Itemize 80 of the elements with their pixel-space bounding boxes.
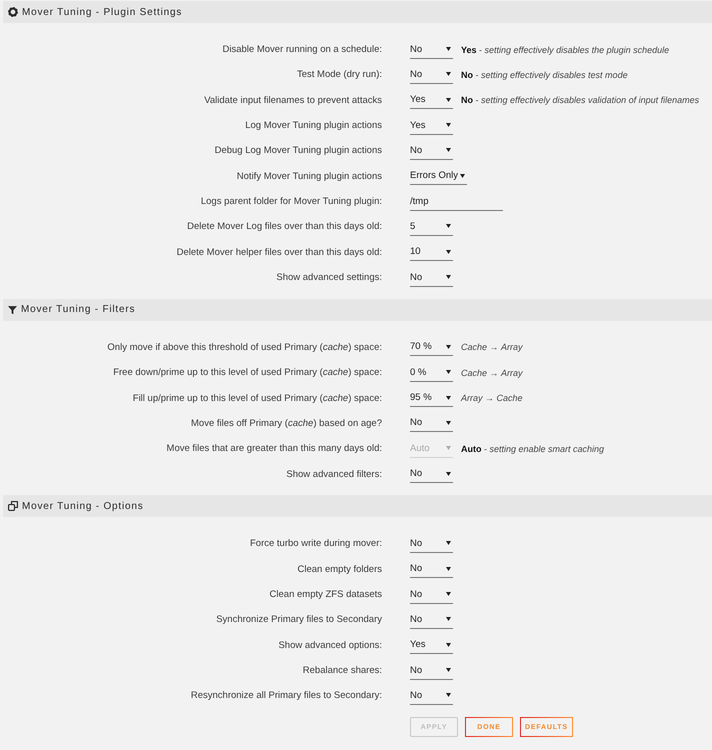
caret-icon <box>446 668 451 672</box>
caret-icon <box>446 123 451 128</box>
setting-label: Show advanced filters: <box>286 468 382 480</box>
dropdown[interactable]: No <box>410 40 453 59</box>
setting-label: Logs parent folder for Mover Tuning plugin: <box>200 196 382 208</box>
caret-icon <box>446 541 451 546</box>
setting-label: Debug Log Mover Tuning plugin actions <box>214 145 382 156</box>
dropdown[interactable]: No <box>410 465 453 484</box>
dropdown[interactable]: No <box>410 414 453 432</box>
dropdown[interactable]: No <box>410 610 453 629</box>
caret-icon <box>446 275 451 280</box>
setting-label: Resynchronize all Primary files to Secondary: <box>190 690 382 702</box>
caret-icon <box>446 250 451 254</box>
dropdown[interactable]: No <box>410 586 453 604</box>
setting-label: Validate input filenames to prevent attacks <box>204 94 382 106</box>
dropdown[interactable]: 70 % <box>410 338 453 356</box>
setting-note: Auto - setting enable smart caching <box>461 444 604 454</box>
dropdown[interactable]: No <box>410 662 453 680</box>
dropdown[interactable]: 5 <box>410 218 453 236</box>
caret-icon <box>446 446 451 450</box>
caret-icon <box>446 592 451 596</box>
caret-icon <box>446 566 451 571</box>
dropdown[interactable]: 10 <box>410 243 453 262</box>
setting-note: No - setting effectively disables validation of input filenames <box>461 95 700 106</box>
dropdown[interactable]: 95 % <box>410 389 453 408</box>
setting-note: Yes - setting effectively disables the plugin schedule <box>461 44 670 55</box>
section-title: Mover Tuning - Filters <box>21 304 136 316</box>
caret-icon <box>446 396 451 400</box>
setting-label: Fill up/prime up to this level of used Primary (cache) space: <box>132 392 382 404</box>
dropdown[interactable]: No <box>410 560 453 578</box>
setting-label: Clean empty folders <box>298 564 382 575</box>
setting-label: Force turbo write during mover: <box>250 538 382 550</box>
gear-icon <box>8 7 18 17</box>
setting-note: Array → Cache <box>461 393 523 404</box>
setting-note: No - setting effectively disables test mode <box>461 70 628 80</box>
funnel-icon <box>8 306 17 314</box>
dropdown[interactable]: No <box>410 66 453 84</box>
setting-label: Only move if above this threshold of used Primary (cache) space: <box>107 342 382 353</box>
setting-label: Rebalance shares: <box>302 665 382 676</box>
setting-label: Disable Mover running on a schedule: <box>222 44 382 56</box>
caret-icon <box>446 642 451 647</box>
setting-note: Cache → Array <box>461 342 523 352</box>
dropdown[interactable]: 0 % <box>410 364 453 382</box>
caret-icon <box>446 344 451 349</box>
setting-label: Show advanced settings: <box>276 272 382 284</box>
caret-icon <box>446 693 451 698</box>
copy-icon <box>8 501 18 512</box>
caret-icon <box>446 617 451 622</box>
folder-input[interactable]: /tmp <box>410 192 503 211</box>
caret-icon <box>446 148 451 152</box>
caret-icon <box>446 224 451 228</box>
setting-note: Cache → Array <box>461 368 523 378</box>
setting-label: Delete Mover Log files over than this days old: <box>187 221 382 232</box>
caret-icon <box>446 472 451 476</box>
dropdown[interactable]: No <box>410 534 453 553</box>
setting-label: Show advanced options: <box>278 640 382 651</box>
dropdown[interactable]: Yes <box>410 116 453 135</box>
setting-label: Delete Mover helper files over than this days old: <box>176 246 382 258</box>
caret-icon <box>446 72 451 76</box>
setting-label: Clean empty ZFS datasets <box>270 589 382 600</box>
section-title: Mover Tuning - Options <box>22 500 144 512</box>
caret-icon <box>460 174 466 178</box>
dropdown[interactable]: Yes <box>410 91 453 110</box>
setting-label: Free down/prime up to this level of used Primary (cache) space: <box>113 367 382 378</box>
dropdown[interactable]: Yes <box>410 636 453 654</box>
setting-label: Move files off Primary (cache) based on age? <box>191 418 382 429</box>
setting-label: Notify Mover Tuning plugin actions <box>236 170 382 182</box>
setting-label: Test Mode (dry run): <box>297 69 382 80</box>
setting-label: Synchronize Primary files to Secondary <box>216 614 382 626</box>
caret-icon <box>446 370 451 374</box>
caret-icon <box>446 420 451 425</box>
setting-label: Log Mover Tuning plugin actions <box>245 120 382 132</box>
section-title: Mover Tuning - Plugin Settings <box>22 6 182 18</box>
caret-icon <box>446 98 451 102</box>
dropdown[interactable]: No <box>410 142 453 160</box>
dropdown[interactable]: No <box>410 686 453 705</box>
setting-label: Move files that are greater than this many days old: <box>166 443 382 454</box>
caret-icon <box>446 47 451 52</box>
dropdown[interactable]: No <box>410 268 453 287</box>
dropdown[interactable]: Errors Only <box>410 167 468 186</box>
